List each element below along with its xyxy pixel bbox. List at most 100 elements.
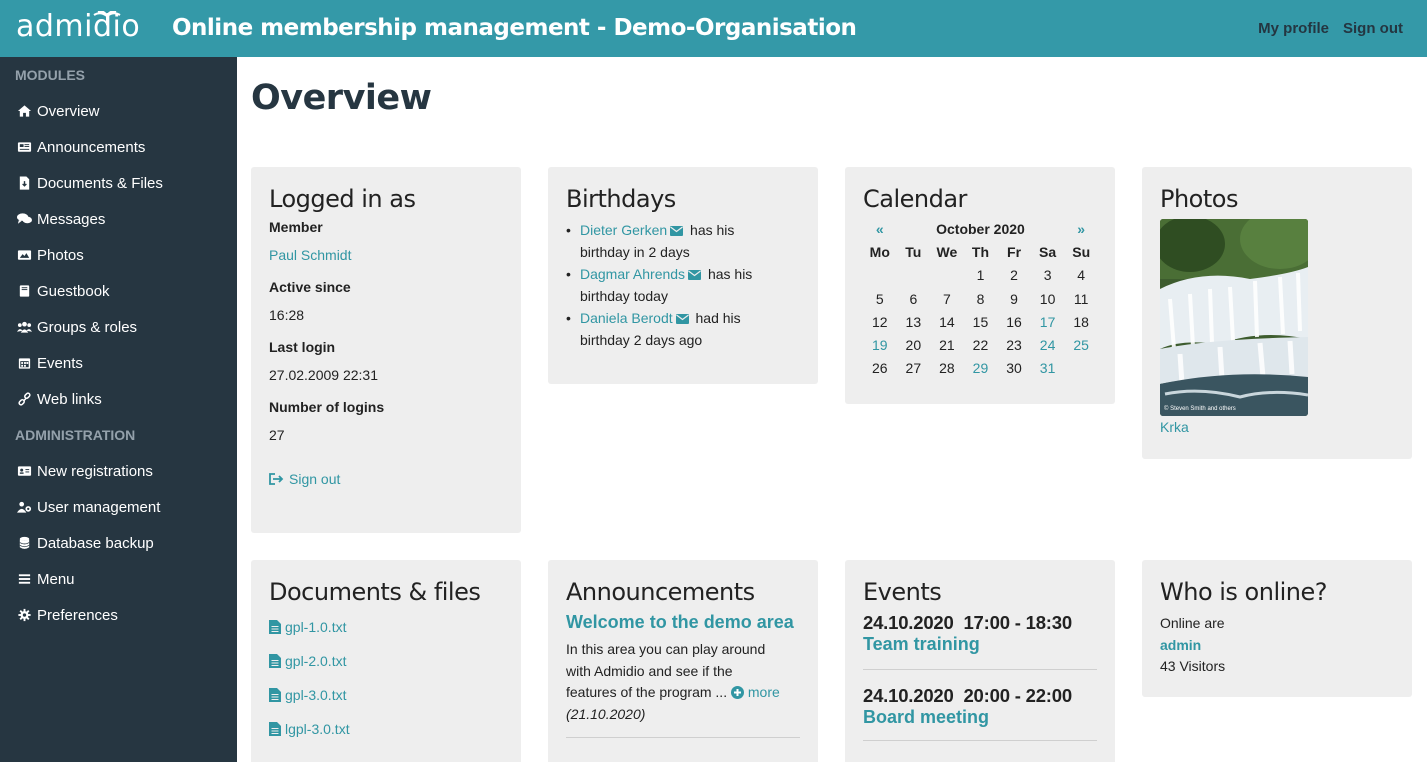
calendar-week-row: 19 20 21 22 23 24 25 [863,333,1098,356]
birthday-text: has his [707,266,753,282]
number-of-logins-label: Number of logins [269,399,385,415]
sidebar-item-weblinks[interactable]: Web links [0,381,237,417]
file-link[interactable]: gpl-2.0.txt [285,653,346,669]
file-icon [269,722,281,736]
card-signout-link[interactable]: Sign out [269,471,340,487]
calendar-day: 30 [1006,360,1022,377]
sidebar-item-label: Photos [37,246,84,264]
bars-icon [16,572,32,586]
sidebar-item-messages[interactable]: Messages [0,201,237,237]
sidebar-item-events[interactable]: Events [0,345,237,381]
file-link[interactable]: gpl-3.0.txt [285,687,346,703]
calendar-day: 10 [1039,290,1056,307]
calendar-next-button[interactable]: » [1064,217,1098,240]
header-links: My profile Sign out [1258,20,1403,37]
calendar-day[interactable]: 25 [1064,333,1098,356]
birthday-text: birthday in 2 days [580,244,690,260]
sidebar-item-groups-roles[interactable]: Groups & roles [0,309,237,345]
more-link[interactable]: more [730,684,780,700]
envelope-icon[interactable] [688,264,702,280]
sidebar-item-preferences[interactable]: Preferences [0,597,237,633]
calendar-table: « October 2020 » Mo Tu We Th Fr Sa Su 12345678… [863,217,1098,380]
link-icon [16,392,32,406]
more-label: more [747,684,780,700]
file-item[interactable]: gpl-1.0.txt [269,610,503,644]
calendar-day[interactable]: 31 [1031,357,1065,380]
calendar-week-row: 5 6 7 8 9 10 11 [863,287,1098,310]
card-title: Calendar [863,185,967,213]
sidebar-item-label: Documents & Files [37,174,163,192]
photos-card: Photos © Steven Smith and others Krka [1142,167,1412,459]
waterfall-image [1160,219,1308,416]
calendar-prev-button[interactable]: « [863,217,897,240]
sidebar-item-photos[interactable]: Photos [0,237,237,273]
event-title-link[interactable]: Board meeting [863,707,1097,728]
birthday-text: birthday today [580,288,668,304]
sidebar-item-database-backup[interactable]: Database backup [0,525,237,561]
sidebar-item-documents[interactable]: Documents & Files [0,165,237,201]
sign-out-label: Sign out [289,471,341,487]
birthday-text: birthday 2 days ago [580,332,703,348]
announcement-date: (21.10.2020) [566,705,646,722]
album-link[interactable]: Krka [1160,419,1394,435]
palm-icon [93,11,121,25]
photo-copyright: © Steven Smith and others [1164,406,1236,412]
sidebar-item-label: Announcements [37,138,146,156]
image-icon [16,248,32,262]
birthday-text: has his [690,222,735,238]
file-link[interactable]: lgpl-3.0.txt [285,721,350,737]
page-title: Overview [251,78,432,118]
sidebar-group-modules: MODULES [15,67,85,83]
card-title: Announcements [566,578,755,606]
file-item[interactable]: gpl-3.0.txt [269,678,503,712]
sidebar-item-label: User management [37,498,161,516]
birthday-person-link[interactable]: Dieter Gerken [580,222,667,238]
member-link[interactable]: Paul Schmidt [269,247,351,263]
calendar-day: 14 [939,313,955,330]
calendar-day[interactable]: 24 [1031,333,1065,356]
birthday-person-link[interactable]: Daniela Berodt [580,310,673,326]
calendar-day: 1 [976,267,985,284]
calendar-day: 23 [1006,337,1022,354]
calendar-day: 2 [1010,267,1018,284]
sidebar-item-announcements[interactable]: Announcements [0,129,237,165]
calendar-day: 28 [939,360,955,377]
birthday-person-link[interactable]: Dagmar Ahrends [580,266,685,282]
envelope-icon[interactable] [670,220,684,236]
sidebar-item-user-management[interactable]: User management [0,489,237,525]
sidebar-item-guestbook[interactable]: Guestbook [0,273,237,309]
envelope-icon[interactable] [675,308,689,324]
online-user-link[interactable]: admin [1160,634,1394,656]
file-link[interactable]: gpl-1.0.txt [285,619,346,635]
calendar-week-row: 1 2 3 4 [863,264,1098,287]
calendar-day[interactable]: 17 [1031,310,1065,333]
file-item[interactable]: gpl-2.0.txt [269,644,503,678]
calendar-weekday: Tu [905,243,922,260]
calendar-day: 11 [1073,290,1089,307]
sidebar-item-overview[interactable]: Overview [0,93,237,129]
list-item: Dagmar Ahrends has his birthday today [566,263,800,307]
event-title-link[interactable]: Team training [863,634,1097,655]
header-signout-link[interactable]: Sign out [1343,20,1403,37]
list-item: Daniela Berodt had his birthday 2 days a… [566,307,800,351]
file-icon [269,654,281,668]
sidebar-item-label: Database backup [37,534,154,552]
calendar-day: 13 [905,313,922,330]
calendar-weekday-row: Mo Tu We Th Fr Sa Su [863,240,1098,263]
sidebar-item-new-registrations[interactable]: New registrations [0,453,237,489]
my-profile-link[interactable]: My profile [1258,20,1329,37]
sidebar-item-menu[interactable]: Menu [0,561,237,597]
file-item[interactable]: lgpl-3.0.txt [269,712,503,746]
id-card-icon [16,464,32,478]
admidio-logo[interactable]: admidio [16,9,140,44]
calendar-week-row: 26 27 28 29 30 31 [863,357,1098,380]
calendar-day[interactable]: 29 [964,357,998,380]
announcement-title-link[interactable]: Welcome to the demo area [566,612,794,632]
waterfall-photo[interactable]: © Steven Smith and others [1160,219,1308,416]
calendar-day: 8 [976,290,985,307]
calendar-month: October 2020 [936,220,1025,237]
users-cog-icon [16,500,32,514]
sidebar-item-label: Overview [37,102,100,120]
documents-card: Documents & files gpl-1.0.txt gpl-2.0.txt… [251,560,521,762]
calendar-day[interactable]: 19 [863,333,897,356]
